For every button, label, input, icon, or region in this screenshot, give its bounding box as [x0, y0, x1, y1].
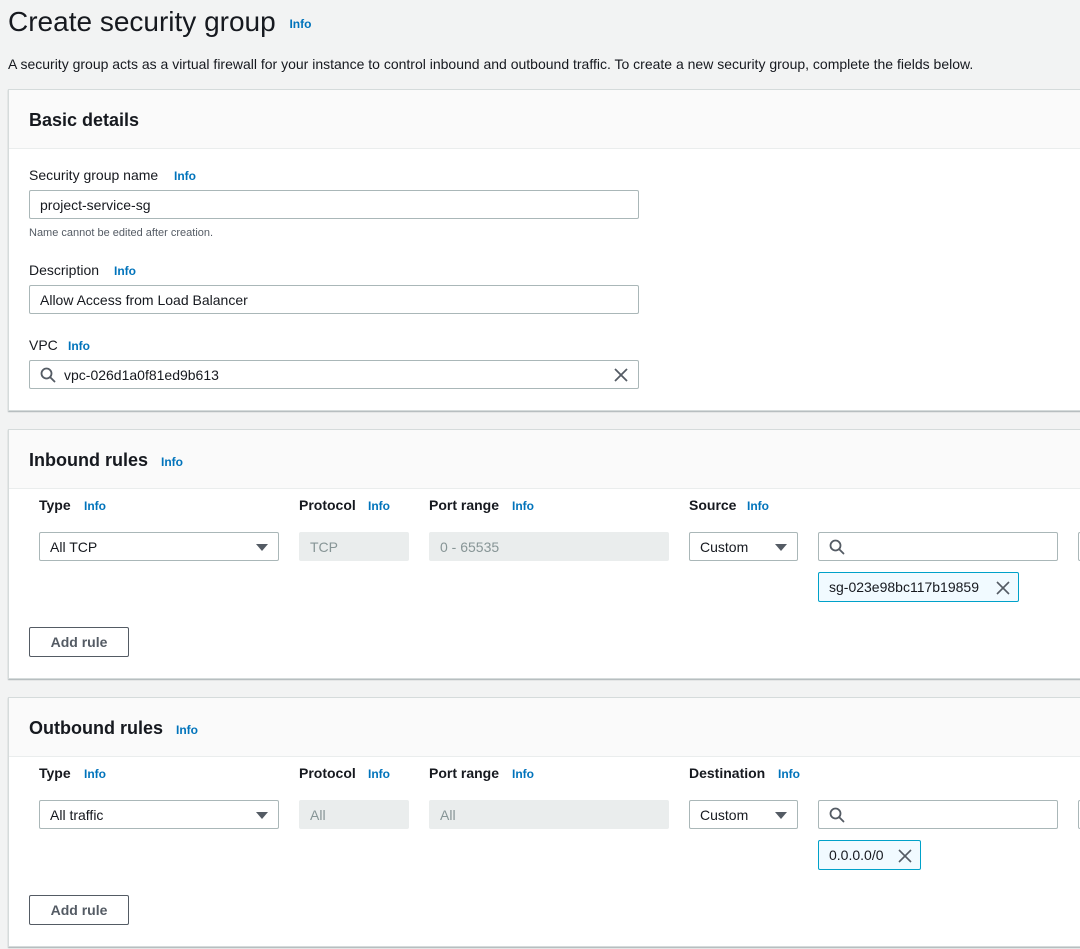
basic-details-panel: Basic details Security group name Info p…: [8, 89, 1080, 411]
caret-down-icon: [256, 811, 268, 819]
description-value: Allow Access from Load Balancer: [40, 291, 248, 308]
inbound-col-type-info-link[interactable]: Info: [84, 499, 106, 513]
inbound-col-port-range: Port range: [429, 497, 500, 513]
caret-down-icon: [775, 811, 787, 819]
page-title-info-link[interactable]: Info: [289, 17, 311, 31]
outbound-col-type-info-link[interactable]: Info: [84, 767, 106, 781]
outbound-col-port-range: Port range: [429, 765, 500, 781]
page-description: A security group acts as a virtual firew…: [8, 56, 974, 72]
search-icon: [829, 539, 845, 555]
inbound-col-source-info-link[interactable]: Info: [747, 499, 769, 513]
outbound-destination-token: 0.0.0.0/0: [818, 840, 921, 870]
security-group-name-info-link[interactable]: Info: [174, 169, 196, 183]
inbound-col-port-range-info-link[interactable]: Info: [512, 499, 534, 513]
outbound-type-value: All traffic: [50, 806, 104, 823]
inbound-protocol-field: TCP: [299, 532, 409, 561]
inbound-type-value: All TCP: [50, 538, 98, 555]
outbound-rules-panel: Outbound rules Info Type Info Protocol I…: [8, 697, 1080, 947]
outbound-destination-type-select[interactable]: Custom: [689, 800, 798, 829]
inbound-rules-header: Inbound rules Info: [9, 430, 1080, 489]
security-group-name-hint: Name cannot be edited after creation.: [29, 227, 214, 239]
security-group-name-input[interactable]: project-service-sg: [29, 190, 639, 219]
search-icon: [40, 367, 56, 383]
security-group-name-value: project-service-sg: [40, 196, 151, 213]
outbound-col-type: Type: [39, 765, 71, 781]
close-icon[interactable]: [898, 849, 912, 863]
inbound-source-type-select[interactable]: Custom: [689, 532, 798, 561]
search-icon: [829, 807, 845, 823]
outbound-col-protocol: Protocol: [299, 765, 356, 781]
outbound-destination-type-value: Custom: [700, 806, 749, 823]
outbound-rules-title: Outbound rules: [29, 718, 163, 738]
vpc-value: vpc-026d1a0f81ed9b613: [64, 366, 219, 383]
page-title-text: Create security group: [8, 6, 276, 37]
security-group-name-label: Security group name: [29, 167, 159, 183]
vpc-select[interactable]: vpc-026d1a0f81ed9b613: [29, 360, 639, 389]
inbound-col-protocol: Protocol: [299, 497, 356, 513]
inbound-rules-info-link[interactable]: Info: [161, 455, 183, 469]
page-title: Create security group Info: [8, 6, 311, 38]
outbound-col-protocol-info-link[interactable]: Info: [368, 767, 390, 781]
inbound-source-token-value: sg-023e98bc117b19859: [829, 579, 979, 595]
inbound-source-token: sg-023e98bc117b19859: [818, 572, 1019, 602]
description-input[interactable]: Allow Access from Load Balancer: [29, 285, 639, 314]
inbound-source-search-input[interactable]: [818, 532, 1058, 561]
inbound-port-range-value: 0 - 65535: [440, 538, 500, 555]
inbound-col-source: Source: [689, 497, 737, 513]
vpc-info-link[interactable]: Info: [68, 339, 90, 353]
inbound-type-select[interactable]: All TCP: [39, 532, 279, 561]
outbound-protocol-field: All: [299, 800, 409, 829]
inbound-col-protocol-info-link[interactable]: Info: [368, 499, 390, 513]
outbound-col-destination-info-link[interactable]: Info: [778, 767, 800, 781]
outbound-port-range-field: All: [429, 800, 669, 829]
outbound-rules-info-link[interactable]: Info: [176, 723, 198, 737]
outbound-add-rule-button[interactable]: Add rule: [29, 895, 129, 925]
outbound-type-select[interactable]: All traffic: [39, 800, 279, 829]
basic-details-title: Basic details: [29, 110, 140, 130]
inbound-protocol-value: TCP: [310, 538, 338, 555]
vpc-label: VPC: [29, 337, 58, 353]
inbound-add-rule-button[interactable]: Add rule: [29, 627, 129, 657]
outbound-destination-search-input[interactable]: [818, 800, 1058, 829]
caret-down-icon: [775, 543, 787, 551]
inbound-port-range-field: 0 - 65535: [429, 532, 669, 561]
description-label: Description: [29, 262, 100, 278]
outbound-col-port-range-info-link[interactable]: Info: [512, 767, 534, 781]
basic-details-header: Basic details: [9, 90, 1080, 149]
outbound-rules-header: Outbound rules Info: [9, 698, 1080, 757]
description-info-link[interactable]: Info: [114, 264, 136, 278]
outbound-col-destination: Destination: [689, 765, 766, 781]
caret-down-icon: [256, 543, 268, 551]
inbound-rules-title: Inbound rules: [29, 450, 148, 470]
close-icon[interactable]: [614, 368, 628, 382]
inbound-col-type: Type: [39, 497, 71, 513]
outbound-protocol-value: All: [310, 806, 326, 823]
outbound-destination-token-value: 0.0.0.0/0: [829, 847, 884, 863]
outbound-port-range-value: All: [440, 806, 456, 823]
close-icon[interactable]: [996, 581, 1010, 595]
inbound-source-type-value: Custom: [700, 538, 749, 555]
inbound-rules-panel: Inbound rules Info Type Info Protocol In…: [8, 429, 1080, 679]
